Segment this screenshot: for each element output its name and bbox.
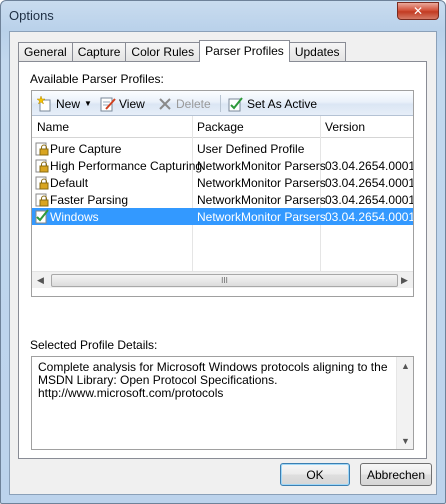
lock-icon (35, 193, 49, 207)
table-row[interactable]: Faster Parsing NetworkMonitor Parsers 03… (32, 191, 413, 208)
options-window: Options ✕ General Capture Color Rules Pa… (0, 0, 446, 504)
tab-general[interactable]: General (18, 42, 73, 62)
row-package: NetworkMonitor Parsers (197, 176, 326, 190)
scrollbar-thumb[interactable]: III (51, 274, 398, 287)
row-version: 03.04.2654.0001 (325, 159, 413, 173)
close-icon: ✕ (412, 4, 424, 18)
row-name: Windows (50, 210, 99, 224)
cancel-button[interactable]: Abbrechen (360, 463, 432, 486)
tab-capture[interactable]: Capture (71, 42, 127, 62)
scroll-down-icon[interactable]: ▼ (397, 432, 414, 449)
profiles-list-panel: New ▼ View Delete Set As Active Name Pac… (31, 90, 414, 297)
close-button[interactable]: ✕ (397, 2, 439, 20)
row-name: High Performance Capturing (50, 159, 203, 173)
tab-color-rules[interactable]: Color Rules (125, 42, 201, 62)
profile-details-text: Complete analysis for Microsoft Windows … (38, 360, 388, 400)
delete-x-icon (159, 97, 171, 110)
row-package: NetworkMonitor Parsers (197, 193, 326, 207)
profile-details-textbox[interactable]: Complete analysis for Microsoft Windows … (31, 356, 414, 450)
column-header-package[interactable]: Package (197, 120, 244, 134)
new-label: New (56, 96, 81, 111)
scroll-up-icon[interactable]: ▲ (397, 357, 414, 374)
dropdown-arrow-icon[interactable]: ▼ (84, 99, 92, 108)
tab-strip: General Capture Color Rules Parser Profi… (18, 40, 346, 62)
view-edit-icon (100, 97, 116, 111)
set-as-active-button[interactable]: Set As Active (228, 95, 317, 112)
row-name: Faster Parsing (50, 193, 129, 207)
table-row[interactable]: Pure Capture User Defined Profile (32, 140, 413, 157)
lock-icon (35, 176, 49, 190)
scroll-left-icon[interactable]: ◀ (32, 272, 49, 289)
table-row-selected[interactable]: Windows NetworkMonitor Parsers 03.04.265… (32, 208, 413, 225)
row-name: Default (50, 176, 89, 190)
lock-icon (35, 159, 49, 173)
new-star-icon (37, 95, 51, 111)
row-package: NetworkMonitor Parsers (197, 210, 326, 224)
column-header-name[interactable]: Name (37, 120, 69, 134)
profiles-toolbar: New ▼ View Delete Set As Active (32, 91, 413, 116)
row-version: 03.04.2654.0001 (325, 193, 413, 207)
new-button[interactable]: New ▼ (37, 95, 92, 112)
window-title: Options (9, 8, 54, 23)
vertical-scrollbar[interactable]: ▲ ▼ (396, 357, 413, 449)
row-version: 03.04.2654.0001 (325, 210, 413, 224)
active-check-icon (35, 209, 49, 224)
parser-profiles-page: Available Parser Profiles: New ▼ View De… (18, 61, 427, 459)
table-row[interactable]: High Performance Capturing NetworkMonito… (32, 157, 413, 174)
set-active-check-icon (228, 96, 243, 111)
title-bar[interactable]: Options ✕ (1, 1, 445, 31)
dialog-body: General Capture Color Rules Parser Profi… (9, 31, 437, 495)
horizontal-scrollbar[interactable]: ◀ III ▶ (32, 271, 413, 288)
view-button[interactable]: View (100, 95, 145, 112)
set-as-active-label: Set As Active (247, 96, 318, 111)
view-label: View (119, 96, 145, 111)
toolbar-separator (220, 95, 221, 112)
selected-profile-details-label: Selected Profile Details: (30, 338, 158, 352)
tab-updates[interactable]: Updates (288, 42, 346, 62)
table-header: Name Package Version (32, 116, 413, 138)
row-version: 03.04.2654.0001 (325, 176, 413, 190)
row-name: Pure Capture (50, 142, 122, 156)
available-profiles-label: Available Parser Profiles: (30, 72, 164, 86)
profiles-table: Name Package Version Pure Capture User D… (32, 116, 413, 271)
table-row[interactable]: Default NetworkMonitor Parsers 03.04.265… (32, 174, 413, 191)
delete-label: Delete (176, 96, 211, 111)
row-package: User Defined Profile (197, 142, 305, 156)
lock-icon (35, 142, 49, 156)
delete-button[interactable]: Delete (157, 95, 211, 112)
row-package: NetworkMonitor Parsers (197, 159, 326, 173)
scroll-right-icon[interactable]: ▶ (396, 272, 413, 289)
ok-button[interactable]: OK (280, 463, 350, 486)
tab-parser-profiles[interactable]: Parser Profiles (199, 40, 290, 62)
scroll-grip-icon: III (221, 276, 228, 285)
column-header-version[interactable]: Version (325, 120, 365, 134)
